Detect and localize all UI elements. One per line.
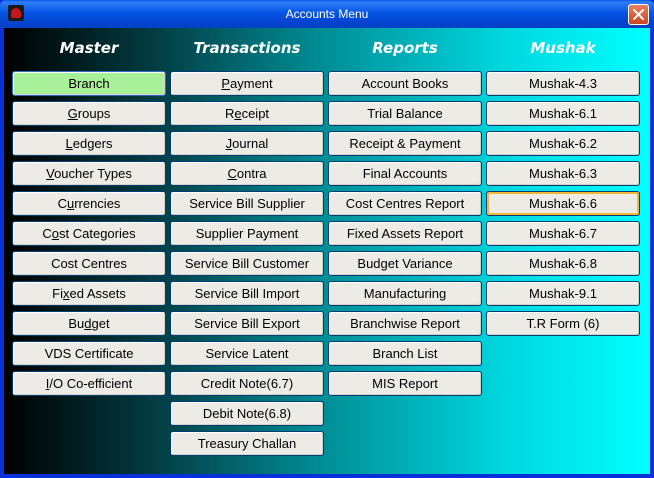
column-header: Mushak <box>530 39 596 57</box>
title-bar[interactable]: Accounts Menu <box>0 0 654 28</box>
mushak-6-1-button[interactable]: Mushak-6.1 <box>486 101 640 126</box>
column-header: Reports <box>372 39 438 57</box>
cost-centres-button[interactable]: Cost Centres <box>12 251 166 276</box>
branch-list-button[interactable]: Branch List <box>328 341 482 366</box>
service-bill-export-button[interactable]: Service Bill Export <box>170 311 324 336</box>
manufacturing-button[interactable]: Manufacturing <box>328 281 482 306</box>
currencies-button[interactable]: Currencies <box>12 191 166 216</box>
window-title: Accounts Menu <box>285 7 369 21</box>
mushak-9-1-button[interactable]: Mushak-9.1 <box>486 281 640 306</box>
branchwise-report-button[interactable]: Branchwise Report <box>328 311 482 336</box>
receipt-payment-button[interactable]: Receipt & Payment <box>328 131 482 156</box>
payment-button[interactable]: Payment <box>170 71 324 96</box>
vds-certificate-button[interactable]: VDS Certificate <box>12 341 166 366</box>
voucher-types-button[interactable]: Voucher Types <box>12 161 166 186</box>
i-o-co-efficient-button[interactable]: I/O Co-efficient <box>12 371 166 396</box>
fixed-assets-report-button[interactable]: Fixed Assets Report <box>328 221 482 246</box>
budget-button[interactable]: Budget <box>12 311 166 336</box>
mushak-6-2-button[interactable]: Mushak-6.2 <box>486 131 640 156</box>
service-latent-button[interactable]: Service Latent <box>170 341 324 366</box>
credit-note-6-7-button[interactable]: Credit Note(6.7) <box>170 371 324 396</box>
t-r-form-6-button[interactable]: T.R Form (6) <box>486 311 640 336</box>
groups-button[interactable]: Groups <box>12 101 166 126</box>
column-header: Master <box>59 39 119 57</box>
column-reports: Reports Account Books Trial Balance Receip… <box>328 38 482 401</box>
treasury-challan-button[interactable]: Treasury Challan <box>170 431 324 456</box>
supplier-payment-button[interactable]: Supplier Payment <box>170 221 324 246</box>
receipt-button[interactable]: Receipt <box>170 101 324 126</box>
service-bill-import-button[interactable]: Service Bill Import <box>170 281 324 306</box>
contra-button[interactable]: Contra <box>170 161 324 186</box>
mushak-4-3-button[interactable]: Mushak-4.3 <box>486 71 640 96</box>
cost-categories-button[interactable]: Cost Categories <box>12 221 166 246</box>
menu-panel: Master Branch Groups Ledgers Voucher Types C… <box>4 28 650 474</box>
journal-button[interactable]: Journal <box>170 131 324 156</box>
service-bill-customer-button[interactable]: Service Bill Customer <box>170 251 324 276</box>
column-header: Transactions <box>193 39 301 57</box>
budget-variance-button[interactable]: Budget Variance <box>328 251 482 276</box>
cost-centres-report-button[interactable]: Cost Centres Report <box>328 191 482 216</box>
mushak-6-3-button[interactable]: Mushak-6.3 <box>486 161 640 186</box>
mushak-6-8-button[interactable]: Mushak-6.8 <box>486 251 640 276</box>
branch-button[interactable]: Branch <box>12 71 166 96</box>
service-bill-supplier-button[interactable]: Service Bill Supplier <box>170 191 324 216</box>
close-icon <box>633 9 644 20</box>
button-list: Mushak-4.3 Mushak-6.1 Mushak-6.2 Mushak-6.3… <box>486 71 640 336</box>
trial-balance-button[interactable]: Trial Balance <box>328 101 482 126</box>
ledgers-button[interactable]: Ledgers <box>12 131 166 156</box>
account-books-button[interactable]: Account Books <box>328 71 482 96</box>
column-mushak: Mushak Mushak-4.3 Mushak-6.1 Mushak-6.2 Mus… <box>486 38 640 341</box>
button-list: Branch Groups Ledgers Voucher Types Currenci… <box>12 71 166 396</box>
accounts-menu-window: Accounts Menu Master Branch Groups Ledgers… <box>0 0 654 478</box>
final-accounts-button[interactable]: Final Accounts <box>328 161 482 186</box>
button-list: Payment Receipt Journal Contra Service Bill … <box>170 71 324 456</box>
mis-report-button[interactable]: MIS Report <box>328 371 482 396</box>
close-button[interactable] <box>628 4 649 25</box>
button-list: Account Books Trial Balance Receipt & Paym… <box>328 71 482 396</box>
mushak-6-7-button[interactable]: Mushak-6.7 <box>486 221 640 246</box>
column-transactions: Transactions Payment Receipt Journal Contra… <box>170 38 324 461</box>
mushak-6-6-button[interactable]: Mushak-6.6 <box>486 191 640 216</box>
debit-note-6-8-button[interactable]: Debit Note(6.8) <box>170 401 324 426</box>
column-master: Master Branch Groups Ledgers Voucher Types C… <box>12 38 166 401</box>
fixed-assets-button[interactable]: Fixed Assets <box>12 281 166 306</box>
